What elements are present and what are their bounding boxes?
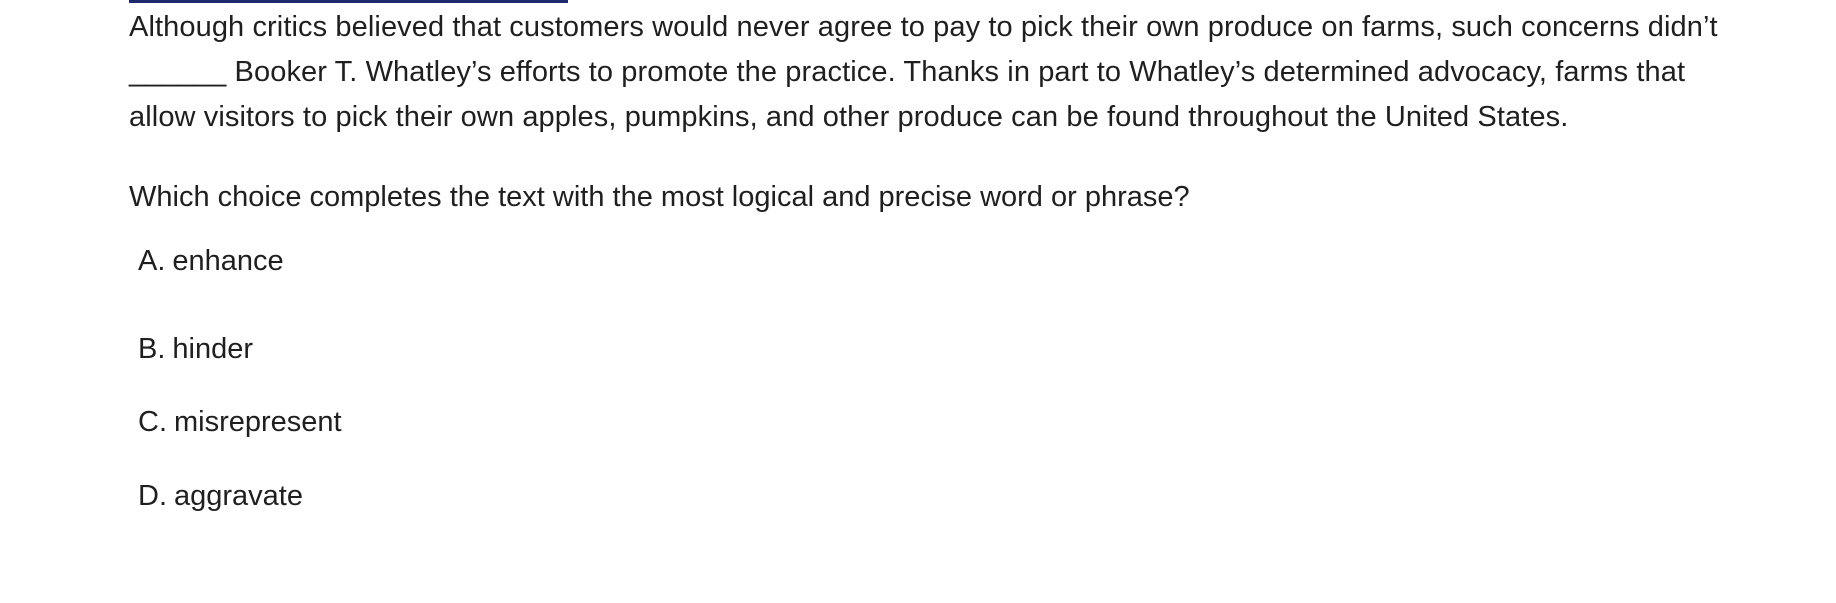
choice-d[interactable]: D. aggravate (129, 460, 1729, 534)
passage-sentence-1: Although critics believed that customers… (129, 11, 1718, 43)
choice-letter: B. (138, 332, 166, 365)
choice-letter: C. (138, 406, 167, 439)
choice-letter: D. (138, 479, 167, 512)
choice-c[interactable]: C. misrepresent (129, 386, 1729, 460)
choice-text: misrepresent (174, 406, 342, 439)
passage-text: Although critics believed that customers… (129, 5, 1729, 140)
choice-b[interactable]: B. hinder (129, 313, 1729, 387)
passage-blank: ______ (129, 56, 227, 88)
passage-sentence-2: Booker T. Whatley’s efforts to promote t… (129, 56, 1686, 133)
question-prompt: Which choice completes the text with the… (129, 181, 1190, 213)
question-panel: Although critics believed that customers… (129, 5, 1729, 533)
choice-text: aggravate (174, 479, 303, 512)
choice-letter: A. (138, 245, 166, 277)
answer-choices: A. enhance B. hinder C. misrepresent D. … (129, 239, 1729, 533)
choice-text: hinder (172, 332, 254, 365)
choice-text: enhance (172, 245, 284, 277)
choice-a[interactable]: A. enhance (129, 239, 1729, 284)
top-divider-rule (129, 0, 568, 3)
